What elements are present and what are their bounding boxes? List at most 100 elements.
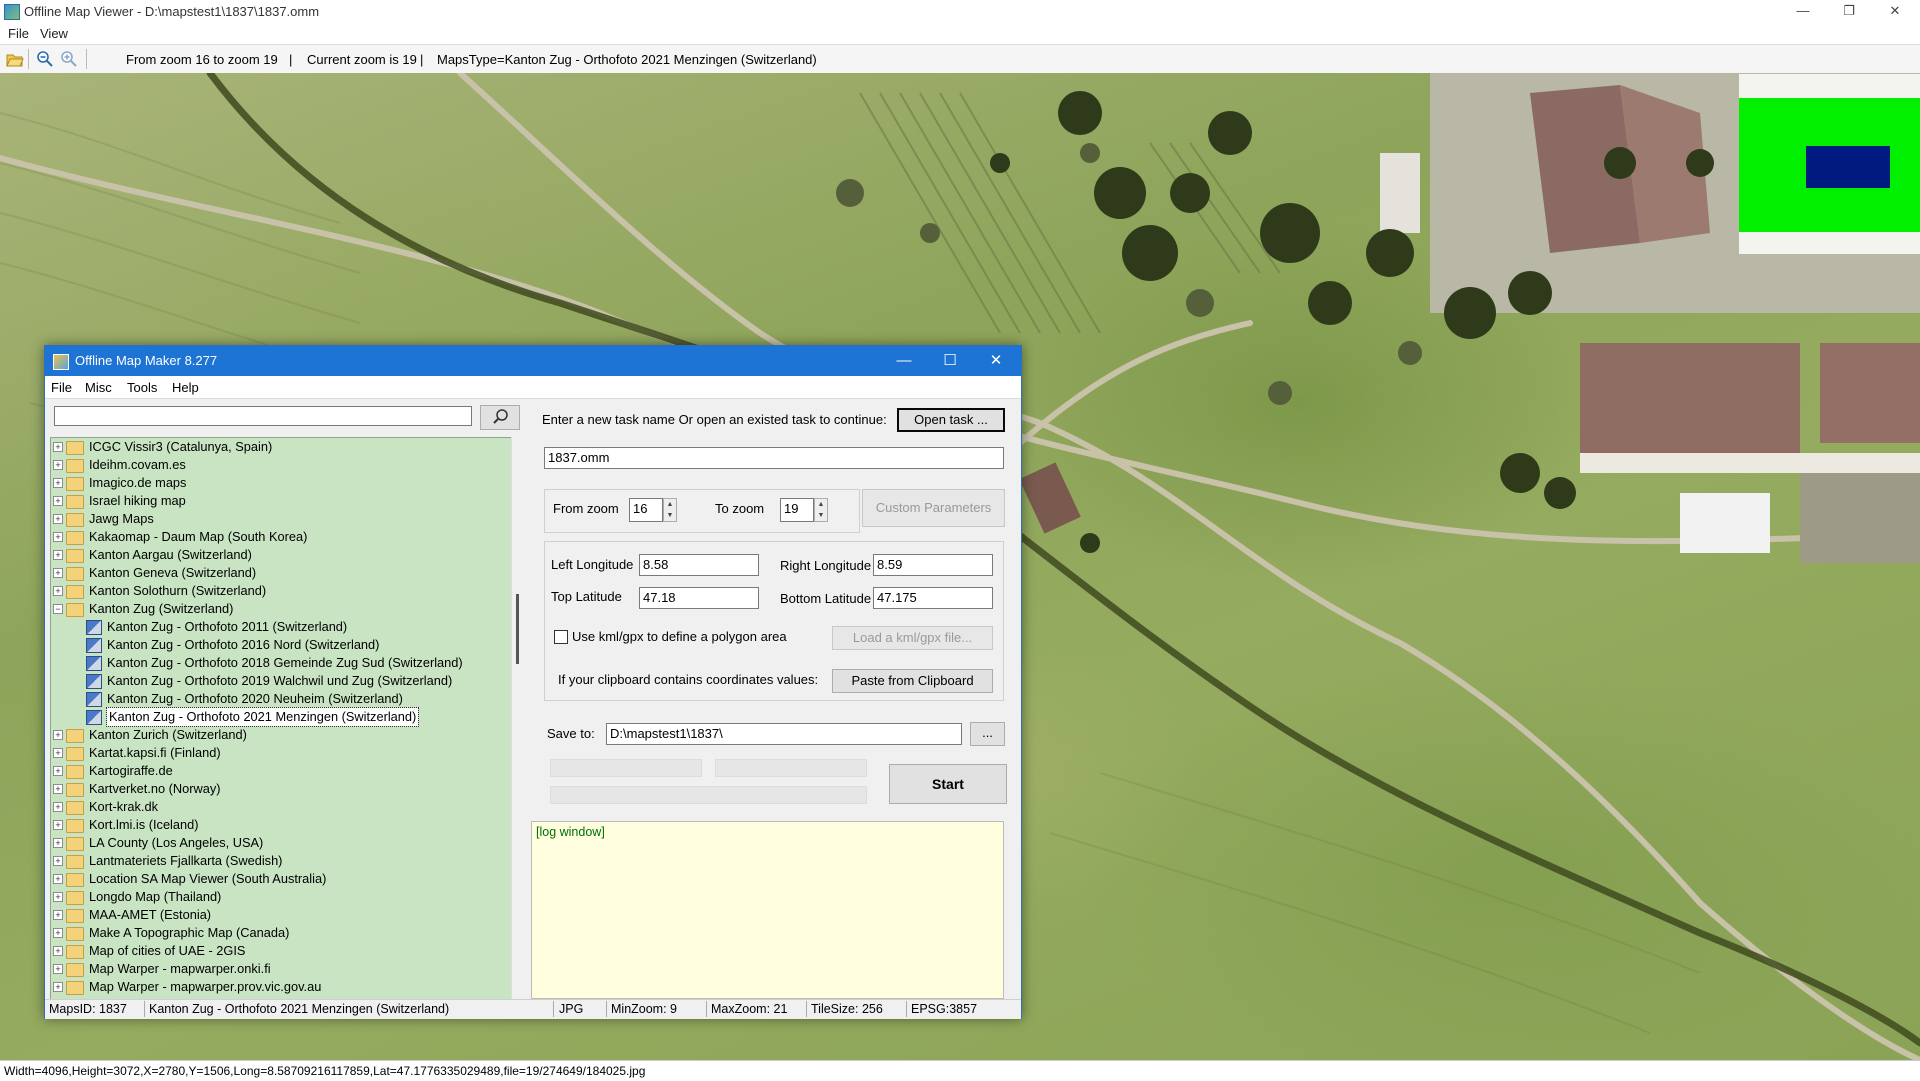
tree-folder-row[interactable]: + Kort-krak.dk: [51, 798, 511, 816]
tree-folder-row[interactable]: + ICGC Vissir3 (Catalunya, Spain): [51, 438, 511, 456]
log-window[interactable]: [log window]: [531, 821, 1004, 999]
tree-folder-row[interactable]: + Kanton Geneva (Switzerland): [51, 564, 511, 582]
map-search-input[interactable]: [54, 406, 472, 426]
tree-expander-icon[interactable]: −: [53, 604, 63, 614]
tree-expander-icon[interactable]: +: [53, 802, 63, 812]
tree-folder-row[interactable]: + Make A Topographic Map (Canada): [51, 924, 511, 942]
tree-folder-row[interactable]: + Location SA Map Viewer (South Australia…: [51, 870, 511, 888]
close-button[interactable]: ✕: [1872, 0, 1918, 24]
tree-expander-icon[interactable]: +: [53, 874, 63, 884]
log-scrollbar[interactable]: [1004, 821, 1020, 999]
zoom-in-icon[interactable]: [60, 50, 78, 68]
tree-expander-icon[interactable]: +: [53, 586, 63, 596]
custom-parameters-button[interactable]: Custom Parameters: [862, 489, 1005, 527]
spin-up-icon[interactable]: ▲: [815, 499, 827, 510]
paste-from-clipboard-button[interactable]: Paste from Clipboard: [832, 669, 993, 693]
tree-folder-row[interactable]: + MAA-AMET (Estonia): [51, 906, 511, 924]
minimap-viewport-marker[interactable]: [1806, 146, 1890, 188]
save-path-field[interactable]: D:\mapstest1\1837\: [606, 723, 962, 745]
tree-folder-row[interactable]: − Kanton Zug (Switzerland): [51, 600, 511, 618]
tree-expander-icon[interactable]: +: [53, 838, 63, 848]
tree-folder-row[interactable]: + LA County (Los Angeles, USA): [51, 834, 511, 852]
from-zoom-spinner[interactable]: ▲ ▼: [663, 498, 677, 522]
tree-folder-row[interactable]: + Imagico.de maps: [51, 474, 511, 492]
tree-expander-icon[interactable]: +: [53, 460, 63, 470]
tree-expander-icon[interactable]: +: [53, 856, 63, 866]
open-folder-icon[interactable]: [6, 50, 24, 68]
tree-folder-row[interactable]: + Map of cities of UAE - 2GIS: [51, 942, 511, 960]
task-name-field[interactable]: 1837.omm: [544, 447, 1004, 469]
tree-folder-row[interactable]: + Ideihm.covam.es: [51, 456, 511, 474]
tree-expander-icon[interactable]: +: [53, 928, 63, 938]
dialog-menu-misc[interactable]: Misc: [85, 380, 112, 395]
tree-map-row[interactable]: Kanton Zug - Orthofoto 2020 Neuheim (Swi…: [51, 690, 511, 708]
tree-expander-icon[interactable]: +: [53, 946, 63, 956]
tree-expander-icon[interactable]: +: [53, 496, 63, 506]
dialog-minimize-button[interactable]: —: [881, 346, 927, 376]
bottom-latitude-field[interactable]: 47.175: [873, 587, 993, 609]
dialog-menu-file[interactable]: File: [51, 380, 72, 395]
tree-expander-icon[interactable]: +: [53, 478, 63, 488]
tree-folder-row[interactable]: + Kartogiraffe.de: [51, 762, 511, 780]
maximize-button[interactable]: ❐: [1826, 0, 1872, 24]
browse-button[interactable]: ...: [970, 722, 1005, 746]
tree-expander-icon[interactable]: +: [53, 784, 63, 794]
tree-folder-row[interactable]: + Map Warper - mapwarper.prov.vic.gov.au: [51, 978, 511, 996]
dialog-close-button[interactable]: ✕: [973, 346, 1019, 376]
spin-down-icon[interactable]: ▼: [815, 510, 827, 521]
tree-map-row[interactable]: Kanton Zug - Orthofoto 2011 (Switzerland…: [51, 618, 511, 636]
tree-scrollbar[interactable]: [511, 437, 528, 999]
tree-expander-icon[interactable]: +: [53, 910, 63, 920]
spin-up-icon[interactable]: ▲: [664, 499, 676, 510]
to-zoom-spinner[interactable]: ▲ ▼: [814, 498, 828, 522]
zoom-out-icon[interactable]: [36, 50, 54, 68]
start-button[interactable]: Start: [889, 764, 1007, 804]
tree-map-row[interactable]: Kanton Zug - Orthofoto 2021 Menzingen (S…: [51, 707, 511, 727]
tree-expander-icon[interactable]: +: [53, 550, 63, 560]
dialog-maximize-button[interactable]: ☐: [927, 346, 973, 376]
minimize-button[interactable]: —: [1780, 0, 1826, 24]
tree-expander-icon[interactable]: +: [53, 730, 63, 740]
tree-folder-row[interactable]: + Kakaomap - Daum Map (South Korea): [51, 528, 511, 546]
tree-expander-icon[interactable]: +: [53, 532, 63, 542]
tree-scroll-thumb[interactable]: [516, 594, 519, 664]
open-task-button[interactable]: Open task ...: [897, 408, 1005, 432]
spin-down-icon[interactable]: ▼: [664, 510, 676, 521]
menu-file[interactable]: File: [8, 26, 29, 41]
tree-map-row[interactable]: Kanton Zug - Orthofoto 2018 Gemeinde Zug…: [51, 654, 511, 672]
dialog-menu-help[interactable]: Help: [172, 380, 199, 395]
dialog-menu-tools[interactable]: Tools: [127, 380, 157, 395]
tree-folder-row[interactable]: + Map Warper - mapwarper.onki.fi: [51, 960, 511, 978]
tree-folder-row[interactable]: + Kanton Solothurn (Switzerland): [51, 582, 511, 600]
minimap[interactable]: [1739, 74, 1920, 254]
tree-expander-icon[interactable]: +: [53, 748, 63, 758]
tree-folder-row[interactable]: + Kartat.kapsi.fi (Finland): [51, 744, 511, 762]
tree-folder-row[interactable]: + Lantmateriets Fjallkarta (Swedish): [51, 852, 511, 870]
tree-expander-icon[interactable]: +: [53, 964, 63, 974]
top-latitude-field[interactable]: 47.18: [639, 587, 759, 609]
tree-expander-icon[interactable]: +: [53, 766, 63, 776]
tree-folder-row[interactable]: + Jawg Maps: [51, 510, 511, 528]
search-button[interactable]: [480, 405, 520, 430]
to-zoom-field[interactable]: 19: [780, 498, 814, 522]
tree-map-row[interactable]: Kanton Zug - Orthofoto 2019 Walchwil und…: [51, 672, 511, 690]
tree-folder-row[interactable]: + Kartverket.no (Norway): [51, 780, 511, 798]
from-zoom-field[interactable]: 16: [629, 498, 663, 522]
tree-folder-row[interactable]: + Kort.lmi.is (Iceland): [51, 816, 511, 834]
tree-expander-icon[interactable]: +: [53, 982, 63, 992]
left-longitude-field[interactable]: 8.58: [639, 554, 759, 576]
tree-folder-row[interactable]: + Kanton Zurich (Switzerland): [51, 726, 511, 744]
tree-expander-icon[interactable]: +: [53, 442, 63, 452]
load-kml-button[interactable]: Load a kml/gpx file...: [832, 626, 993, 650]
kml-polygon-checkbox[interactable]: [554, 630, 568, 644]
right-longitude-field[interactable]: 8.59: [873, 554, 993, 576]
tree-map-row[interactable]: Kanton Zug - Orthofoto 2016 Nord (Switze…: [51, 636, 511, 654]
tree-expander-icon[interactable]: +: [53, 514, 63, 524]
tree-folder-row[interactable]: + Longdo Map (Thailand): [51, 888, 511, 906]
menu-view[interactable]: View: [40, 26, 68, 41]
tree-folder-row[interactable]: + Kanton Aargau (Switzerland): [51, 546, 511, 564]
tree-folder-row[interactable]: + Israel hiking map: [51, 492, 511, 510]
map-source-tree[interactable]: + ICGC Vissir3 (Catalunya, Spain) + Ideihm.…: [50, 437, 518, 1001]
tree-expander-icon[interactable]: +: [53, 892, 63, 902]
tree-expander-icon[interactable]: +: [53, 568, 63, 578]
